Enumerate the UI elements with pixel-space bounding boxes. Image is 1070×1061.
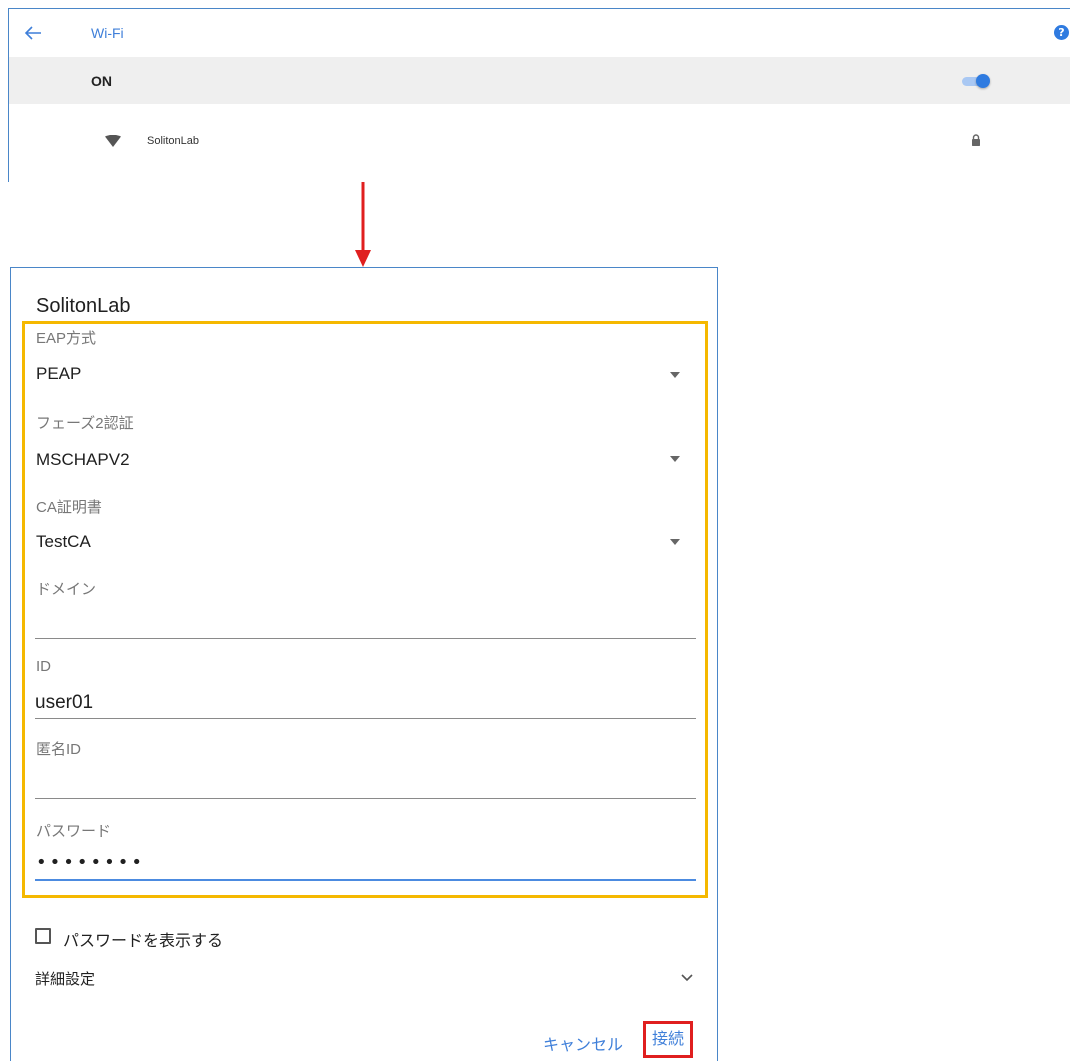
- eap-method-label: EAP方式: [36, 330, 97, 347]
- domain-input[interactable]: [35, 608, 696, 639]
- wifi-header: Wi-Fi ?: [9, 9, 1070, 58]
- lock-icon: [972, 134, 980, 146]
- wifi-settings-panel: Wi-Fi ? ON SolitonLab: [8, 8, 1070, 182]
- phase2-auth-select[interactable]: [33, 442, 693, 476]
- wifi-toggle-row[interactable]: ON: [9, 57, 1070, 104]
- page-title: Wi-Fi: [91, 25, 124, 41]
- toggle-thumb: [976, 74, 990, 88]
- password-label: パスワード: [36, 823, 112, 840]
- ca-cert-label: CA証明書: [36, 499, 102, 516]
- help-icon[interactable]: ?: [1054, 25, 1069, 40]
- wifi-connect-dialog: SolitonLab EAP方式 PEAP フェーズ2認証 MSCHAPV2 C…: [10, 267, 718, 1061]
- network-list-item[interactable]: SolitonLab: [9, 104, 1070, 182]
- wifi-signal-icon: [105, 135, 121, 147]
- network-name: SolitonLab: [147, 135, 199, 147]
- password-value: ••••••••: [36, 852, 145, 873]
- flow-arrow: [355, 182, 371, 267]
- show-password-label: パスワードを表示する: [63, 933, 224, 950]
- identity-input[interactable]: [35, 688, 696, 719]
- dropdown-arrow-icon[interactable]: [670, 372, 680, 378]
- wifi-toggle-switch[interactable]: [962, 74, 990, 88]
- ca-cert-value: TestCA: [36, 532, 91, 551]
- cancel-button[interactable]: キャンセル: [543, 1031, 623, 1055]
- advanced-options-row[interactable]: 詳細設定: [35, 965, 693, 995]
- identity-label: ID: [36, 658, 51, 675]
- anonymous-id-label: 匿名ID: [36, 741, 82, 758]
- eap-method-value: PEAP: [36, 364, 82, 383]
- eap-method-select[interactable]: [33, 356, 693, 390]
- dropdown-arrow-icon[interactable]: [670, 539, 680, 545]
- checkbox-icon[interactable]: [35, 928, 51, 944]
- dialog-title: SolitonLab: [36, 295, 131, 317]
- dropdown-arrow-icon[interactable]: [670, 456, 680, 462]
- back-arrow-icon[interactable]: [23, 24, 43, 42]
- ca-cert-select[interactable]: [33, 524, 693, 558]
- advanced-options-label: 詳細設定: [35, 971, 96, 988]
- phase2-auth-value: MSCHAPV2: [36, 450, 130, 469]
- wifi-toggle-label: ON: [91, 73, 112, 89]
- chevron-down-icon[interactable]: [681, 974, 693, 982]
- phase2-auth-label: フェーズ2認証: [36, 415, 134, 432]
- domain-label: ドメイン: [36, 581, 97, 598]
- connect-button[interactable]: 接続: [643, 1021, 693, 1058]
- anonymous-id-input[interactable]: [35, 768, 696, 799]
